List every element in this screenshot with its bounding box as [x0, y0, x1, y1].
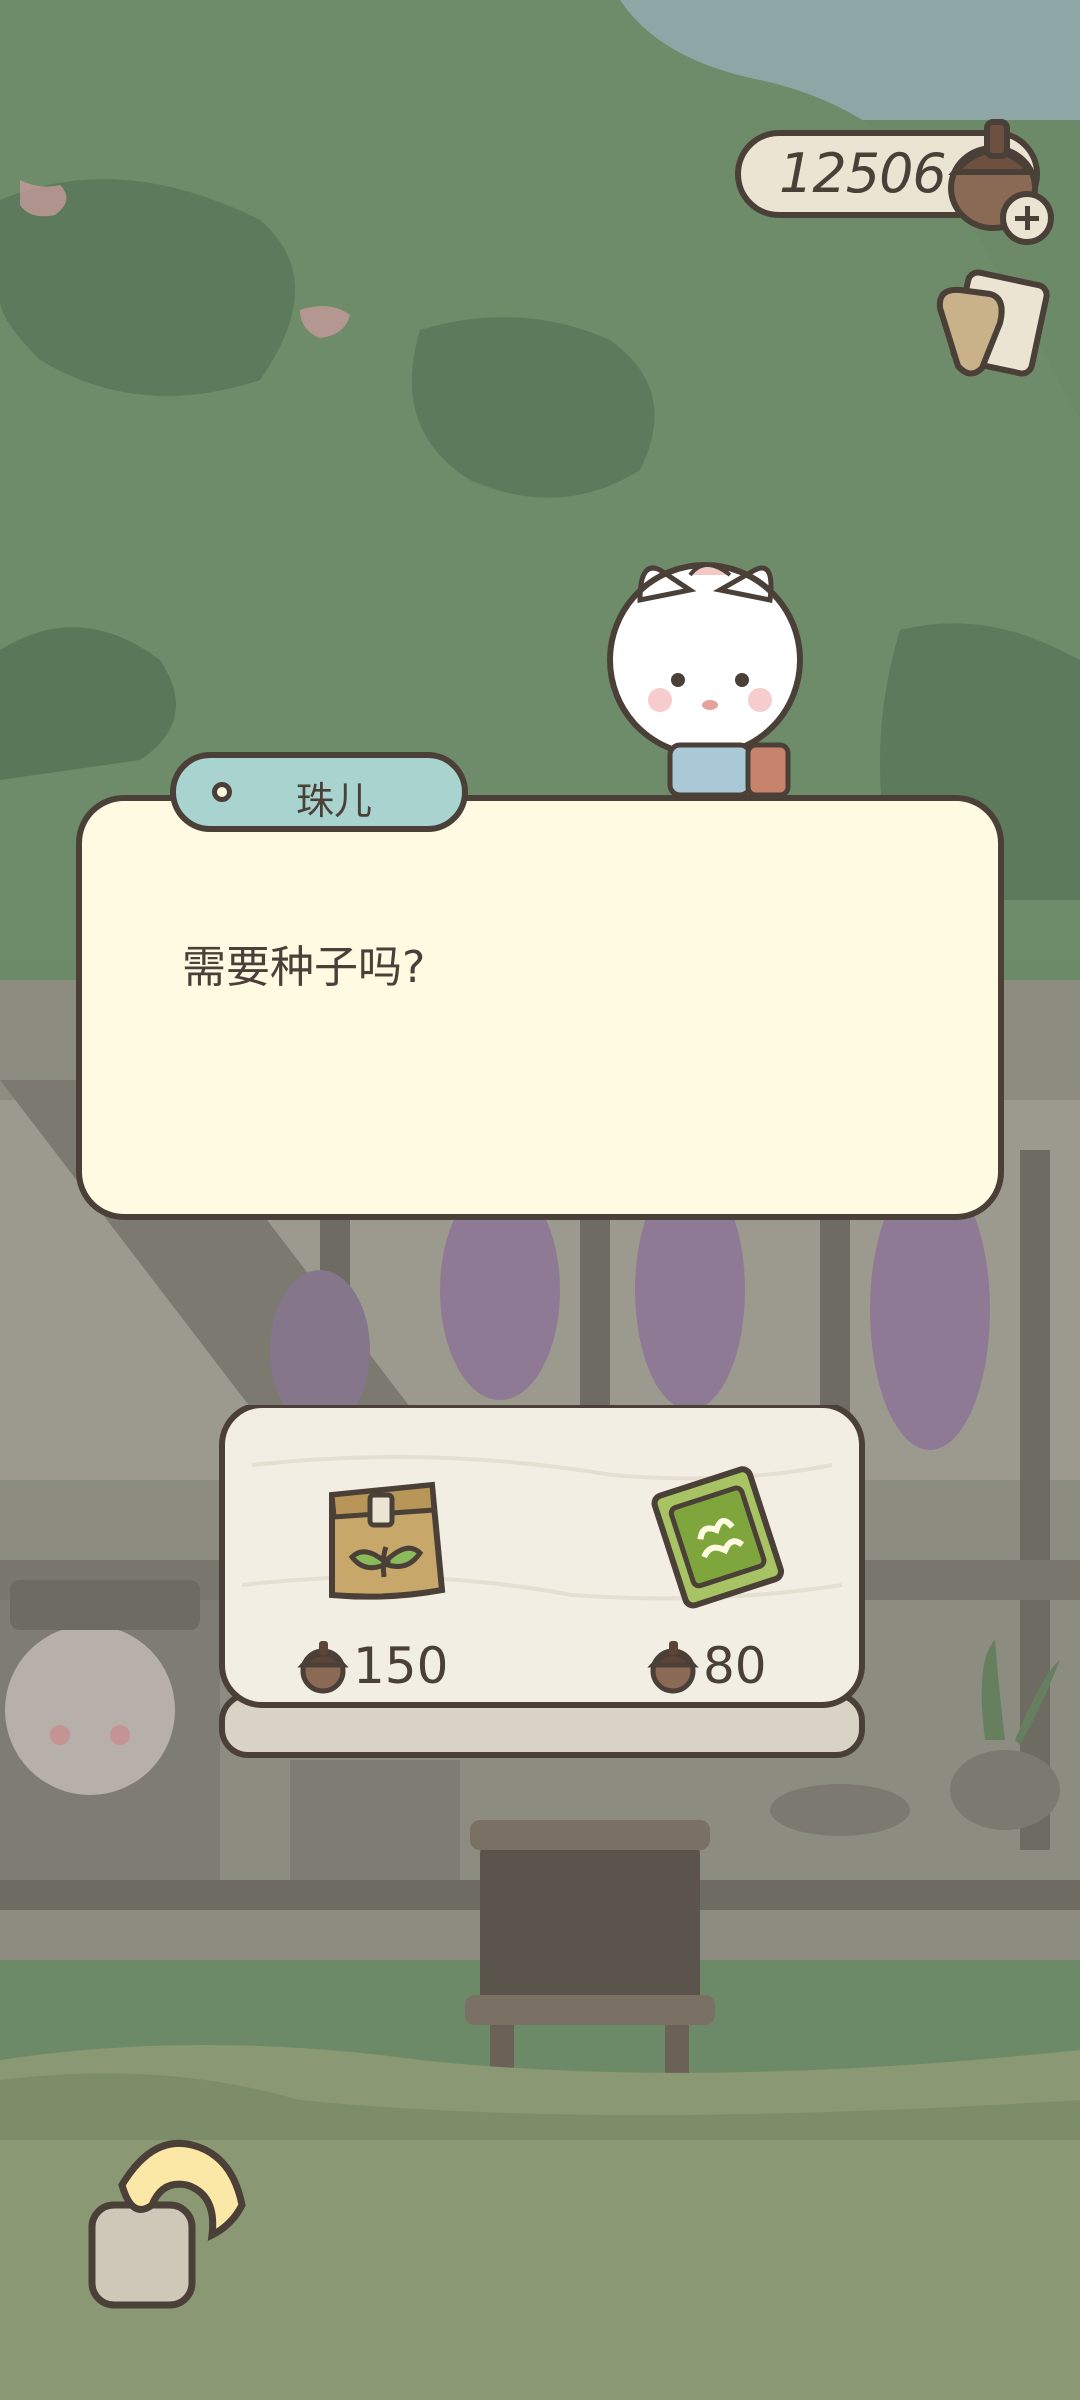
plus-icon — [1000, 191, 1054, 245]
scroll-menu-button[interactable] — [930, 268, 1058, 388]
back-button[interactable] — [82, 2125, 252, 2315]
dialog-text: 需要种子吗? — [182, 942, 426, 993]
dialog-box[interactable]: 需要种子吗? — [76, 795, 1004, 1220]
acorn-icon — [297, 1641, 349, 1694]
seed-packet-icon — [651, 1466, 785, 1609]
game-screen: 12506 需要种子吗? 珠儿 150 80 — [0, 0, 1080, 2400]
speaker-name-tag: 珠儿 — [170, 752, 468, 832]
price-value: 80 — [703, 1637, 767, 1695]
acorn-add-button[interactable] — [945, 110, 1055, 250]
shop-board: 150 80 — [212, 1405, 872, 1765]
seed-bag-icon — [329, 1481, 446, 1600]
scroll-icon — [936, 269, 1050, 377]
price-row: 80 — [647, 1637, 767, 1695]
acorn-icon — [647, 1641, 699, 1694]
speaker-name: 珠儿 — [295, 779, 372, 823]
price-row: 150 — [297, 1637, 448, 1695]
price-value: 150 — [353, 1637, 449, 1695]
back-arrow-icon — [88, 2139, 246, 2309]
acorn-count: 12506 — [779, 142, 947, 205]
